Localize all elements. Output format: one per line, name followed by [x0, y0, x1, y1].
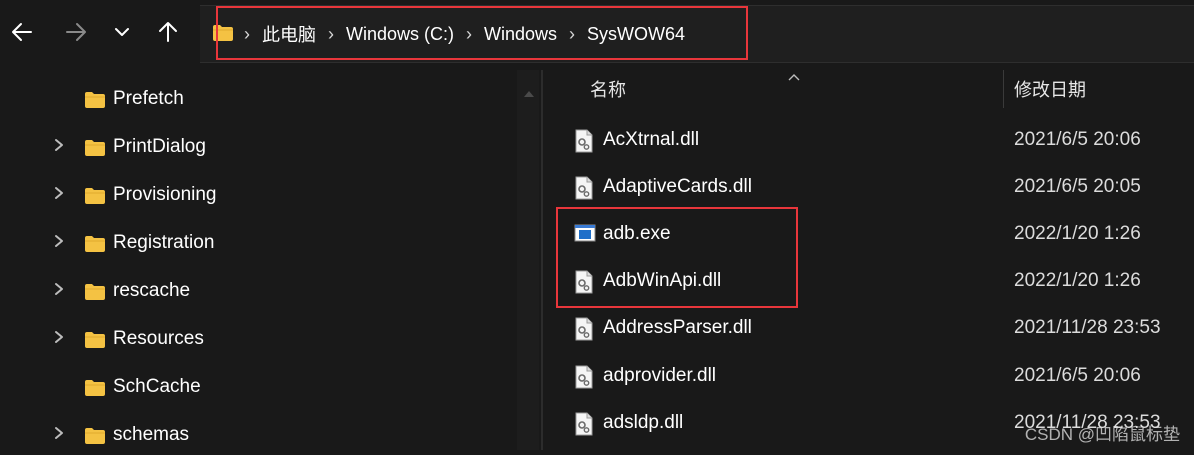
tree-item-schemas[interactable]: schemas	[0, 411, 520, 455]
chevron-right-icon[interactable]	[54, 171, 70, 215]
forward-button[interactable]	[58, 14, 94, 50]
files-highlight-box	[556, 207, 798, 308]
column-separator[interactable]	[1003, 70, 1004, 108]
folder-icon	[84, 91, 106, 114]
tree-item-label: Prefetch	[113, 88, 184, 109]
folder-icon	[84, 139, 106, 162]
column-header-modified[interactable]: 修改日期	[1014, 76, 1086, 108]
file-modified-date: 2021/6/5 20:06	[1014, 365, 1141, 386]
file-name: AdaptiveCards.dll	[603, 176, 752, 197]
tree-item-prefetch[interactable]: Prefetch	[0, 75, 520, 119]
tree-item-label: Provisioning	[113, 184, 217, 205]
file-name: adsldp.dll	[603, 412, 684, 433]
up-button[interactable]	[150, 14, 186, 50]
chevron-right-icon[interactable]	[54, 315, 70, 359]
tree-item-label: schemas	[113, 424, 190, 445]
arrow-left-icon	[12, 23, 32, 41]
file-modified-date: 2022/1/20 1:26	[1014, 223, 1141, 244]
sort-ascending-icon	[788, 68, 800, 86]
file-row-addressparser[interactable]: AddressParser.dll 2021/11/28 23:53	[560, 305, 1194, 352]
navigation-pane: Prefetch PrintDialog Provisioning Regist…	[0, 70, 540, 450]
dll-file-icon	[574, 176, 594, 205]
tree-item-label: Registration	[113, 232, 215, 253]
tree-item-printdialog[interactable]: PrintDialog	[0, 123, 520, 167]
chevron-right-icon[interactable]	[54, 123, 70, 167]
chevron-right-icon[interactable]	[54, 267, 70, 311]
file-name: adprovider.dll	[603, 365, 717, 386]
file-modified-date: 2022/1/20 1:26	[1014, 270, 1141, 291]
scroll-up-icon[interactable]	[524, 84, 534, 102]
tree-item-label: rescache	[113, 280, 191, 301]
tree-item-label: PrintDialog	[113, 136, 206, 157]
folder-icon	[84, 283, 106, 306]
dll-file-icon	[574, 365, 594, 394]
tree-item-provisioning[interactable]: Provisioning	[0, 171, 520, 215]
dll-file-icon	[574, 412, 594, 441]
file-modified-date: 2021/6/5 20:05	[1014, 176, 1141, 197]
file-name: AddressParser.dll	[603, 317, 752, 338]
file-modified-date: 2021/11/28 23:53	[1014, 317, 1161, 338]
dll-file-icon	[574, 129, 594, 158]
pane-divider[interactable]	[541, 70, 543, 450]
back-button[interactable]	[4, 14, 40, 50]
address-highlight-box	[216, 6, 748, 60]
tree-item-label: SchCache	[113, 376, 201, 397]
file-row-adaptivecards[interactable]: AdaptiveCards.dll 2021/6/5 20:05	[560, 164, 1194, 211]
chevron-down-icon	[115, 28, 129, 36]
folder-icon	[84, 379, 106, 402]
tree-item-rescache[interactable]: rescache	[0, 267, 520, 311]
file-row-adprovider[interactable]: adprovider.dll 2021/6/5 20:06	[560, 353, 1194, 400]
tree-item-resources[interactable]: Resources	[0, 315, 520, 359]
tree-item-registration[interactable]: Registration	[0, 219, 520, 263]
column-header-name[interactable]: 名称	[590, 76, 626, 108]
dll-file-icon	[574, 317, 594, 346]
folder-icon	[84, 331, 106, 354]
tree-item-label: Resources	[113, 328, 204, 349]
arrow-up-icon	[159, 22, 177, 42]
arrow-right-icon	[66, 23, 86, 41]
tree-item-schcache[interactable]: SchCache	[0, 363, 520, 407]
file-modified-date: 2021/6/5 20:06	[1014, 129, 1141, 150]
chevron-right-icon[interactable]	[54, 411, 70, 455]
chevron-right-icon[interactable]	[54, 219, 70, 263]
recent-locations-button[interactable]	[104, 14, 140, 50]
file-name: AcXtrnal.dll	[603, 129, 700, 150]
file-row-acxtrnal[interactable]: AcXtrnal.dll 2021/6/5 20:06	[560, 117, 1194, 164]
folder-icon	[84, 427, 106, 450]
watermark: CSDN @凹陷鼠标垫	[1024, 425, 1180, 444]
folder-icon	[84, 235, 106, 258]
folder-icon	[84, 187, 106, 210]
navigation-scrollbar[interactable]	[517, 70, 539, 450]
